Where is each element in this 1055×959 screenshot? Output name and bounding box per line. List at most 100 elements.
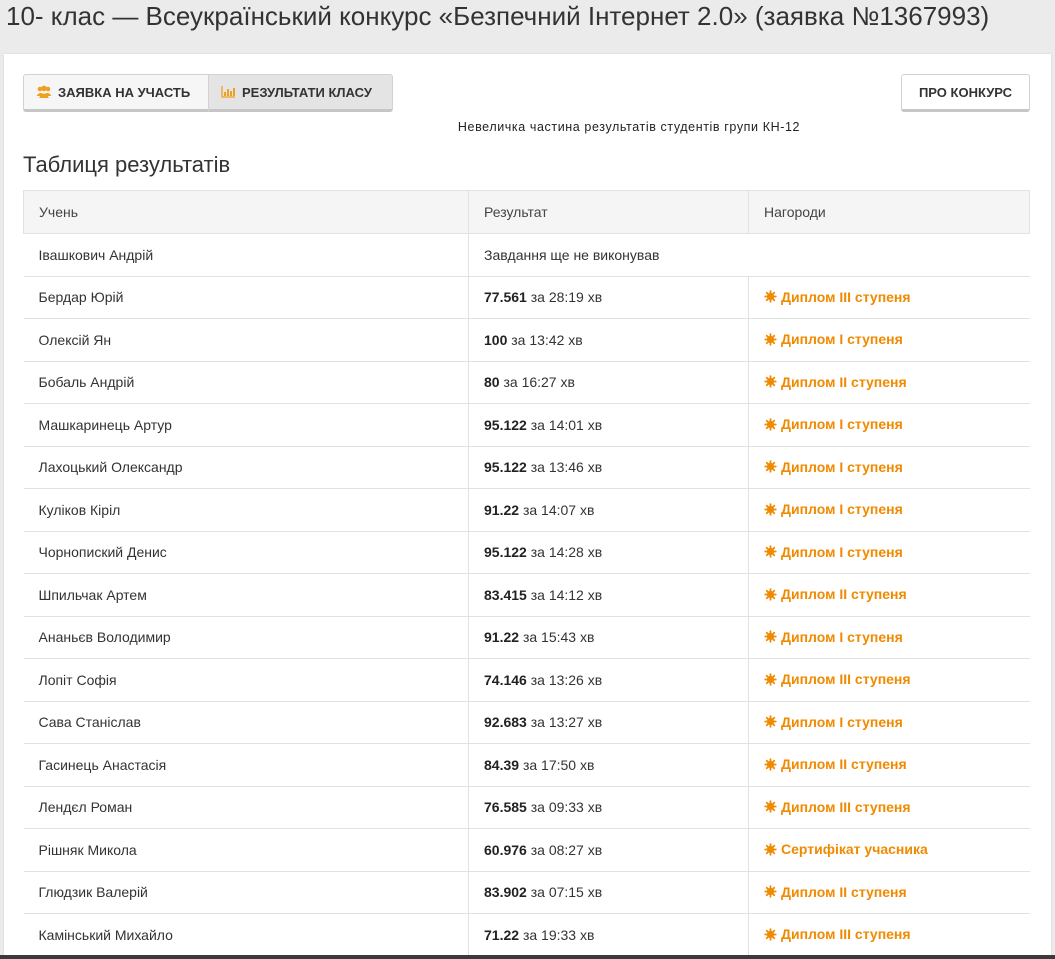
result-time: за 13:46 хв	[530, 459, 603, 476]
award-label: Диплом I ступеня	[781, 628, 903, 645]
column-header-student: Учень	[23, 190, 469, 234]
result-time: за 14:07 хв	[522, 501, 595, 518]
result-cell: 91.22 за 14:07 хв	[468, 488, 749, 531]
award-cell: Диплом III ступеня	[748, 913, 1030, 956]
award-label: Диплом I ступеня	[781, 713, 903, 730]
student-name: Ананьєв Володимир	[23, 615, 469, 659]
award-icon	[764, 545, 777, 558]
bar-chart-icon	[221, 86, 236, 98]
award-label: Диплом III ступеня	[781, 288, 911, 305]
table-row: Гасинець Анастасія 84.39 за 17:50 хв Дипло…	[23, 743, 1030, 786]
table-row: Сава Станіслав 92.683 за 13:27 хв Диплом I…	[23, 700, 1030, 744]
table-row: Лопіт Софія 74.146 за 13:26 хв Диплом III …	[23, 658, 1030, 701]
column-header-awards: Нагороди	[748, 190, 1030, 234]
result-score: 80	[484, 374, 500, 391]
award-link[interactable]: Диплом II ступеня	[764, 884, 907, 900]
result-score: 84.39	[484, 756, 520, 773]
award-cell: Диплом I ступеня	[748, 700, 1030, 744]
result-score: 95.122	[484, 544, 527, 561]
award-label: Диплом I ступеня	[781, 543, 903, 560]
award-link[interactable]: Диплом I ступеня	[764, 459, 903, 475]
result-time: за 09:33 хв	[530, 799, 603, 816]
student-name: Олексій Ян	[23, 318, 469, 361]
award-link[interactable]: Диплом III ступеня	[764, 926, 911, 942]
student-name: Гасинець Анастасія	[23, 743, 469, 786]
result-score: 100	[484, 331, 508, 348]
about-contest-button[interactable]: ПРО КОНКУРС	[901, 74, 1030, 112]
result-time: за 19:33 хв	[522, 927, 595, 943]
award-link[interactable]: Диплом I ступеня	[764, 544, 903, 560]
result-cell: 95.122 за 14:01 хв	[468, 403, 749, 446]
award-link[interactable]: Диплом II ступеня	[764, 756, 907, 772]
result-time: за 13:42 хв	[511, 331, 583, 348]
award-label: Диплом II ступеня	[781, 373, 907, 390]
award-label: Диплом III ступеня	[781, 926, 911, 943]
result-time: за 28:19 хв	[530, 289, 603, 306]
award-link[interactable]: Диплом III ступеня	[764, 799, 911, 815]
table-row: Лахоцький Олександр 95.122 за 13:46 хв Дип…	[23, 445, 1030, 489]
award-icon	[764, 842, 777, 856]
award-link[interactable]: Диплом I ступеня	[764, 714, 903, 730]
result-cell: 83.902 за 07:15 хв	[468, 870, 749, 914]
award-link[interactable]: Диплом I ступеня	[764, 331, 903, 347]
award-icon	[764, 757, 777, 771]
award-cell: Диплом I ступеня	[748, 318, 1030, 361]
award-icon	[764, 587, 777, 601]
award-icon	[764, 715, 777, 728]
result-time: за 14:12 хв	[530, 586, 603, 603]
result-score: 95.122	[484, 459, 527, 476]
results-button[interactable]: РЕЗУЛЬТАТИ КЛАСУ	[209, 74, 393, 112]
apply-button[interactable]: ЗАЯВКА НА УЧАСТЬ	[23, 74, 209, 112]
result-cell: 74.146 за 13:26 хв	[468, 658, 749, 701]
table-row: Рішняк Микола 60.976 за 08:27 хв Сертифіка…	[23, 828, 1030, 871]
award-link[interactable]: Диплом II ступеня	[764, 374, 907, 390]
award-icon	[764, 630, 777, 643]
result-cell: 76.585 за 09:33 хв	[468, 785, 749, 829]
award-icon	[764, 800, 777, 813]
award-cell: Диплом III ступеня	[748, 658, 1030, 701]
table-row: Чорнопиский Денис 95.122 за 14:28 хв Дипло…	[23, 530, 1030, 574]
result-cell: 92.683 за 13:27 хв	[468, 700, 749, 744]
results-note: Невеличка частина результатів студентів …	[457, 120, 801, 134]
award-cell: Диплом III ступеня	[748, 785, 1030, 829]
table-row: Ананьєв Володимир 91.22 за 15:43 хв Диплом…	[23, 615, 1030, 659]
award-link[interactable]: Диплом I ступеня	[764, 501, 903, 517]
result-score: 95.122	[484, 416, 527, 433]
result-score: 91.22	[484, 501, 520, 518]
table-row: Олексій Ян 100 за 13:42 хв Диплом I ступен…	[23, 318, 1030, 361]
column-header-result: Результат	[468, 190, 749, 234]
award-label: Диплом I ступеня	[781, 416, 903, 432]
award-cell: Диплом I ступеня	[748, 488, 1030, 531]
results-table: Учень Результат Нагороди Івашкович Андрі…	[23, 190, 1030, 956]
table-row: Машкаринець Артур 95.122 за 14:01 хв Дипло…	[23, 403, 1030, 446]
result-cell: 84.39 за 17:50 хв	[468, 743, 749, 786]
result-score: 60.976	[484, 841, 527, 858]
result-cell: 77.561 за 28:19 хв	[468, 275, 749, 319]
table-row: Глюдзик Валерій 83.902 за 07:15 хв Диплом …	[23, 870, 1030, 914]
award-label: Диплом I ступеня	[781, 458, 903, 475]
table-row: Бердар Юрій 77.561 за 28:19 хв Диплом III …	[23, 275, 1030, 319]
student-name: Машкаринець Артур	[23, 403, 469, 446]
section-title: Таблиця результатів	[23, 152, 231, 177]
award-link[interactable]: Диплом III ступеня	[764, 671, 911, 687]
award-cell: Диплом I ступеня	[748, 530, 1030, 574]
student-name: Бобаль Андрій	[23, 360, 469, 404]
award-link[interactable]: Диплом III ступеня	[764, 289, 911, 305]
result-cell: 71.22 за 19:33 хв	[468, 913, 749, 956]
page-title: 10- клас — Всеукраїнський конкурс «Безпе…	[6, 1, 990, 31]
results-button-label: РЕЗУЛЬТАТИ КЛАСУ	[242, 84, 372, 100]
award-link[interactable]: Сертифікат учасника	[764, 841, 928, 857]
award-link[interactable]: Диплом I ступеня	[764, 416, 903, 432]
award-icon	[764, 885, 777, 898]
award-icon	[764, 417, 777, 431]
award-icon	[764, 502, 777, 516]
table-row: Камінський Михайло 71.22 за 19:33 хв Дипло…	[23, 913, 1030, 956]
result-cell: 95.122 за 14:28 хв	[468, 530, 749, 574]
student-name: Лендєл Роман	[23, 785, 469, 829]
award-link[interactable]: Диплом I ступеня	[764, 629, 903, 645]
award-link[interactable]: Диплом II ступеня	[764, 586, 907, 602]
result-time: за 14:01 хв	[530, 416, 603, 433]
award-icon	[764, 460, 777, 473]
result-cell: 83.415 за 14:12 хв	[468, 573, 749, 616]
student-name: Івашкович Андрій	[38, 246, 154, 263]
